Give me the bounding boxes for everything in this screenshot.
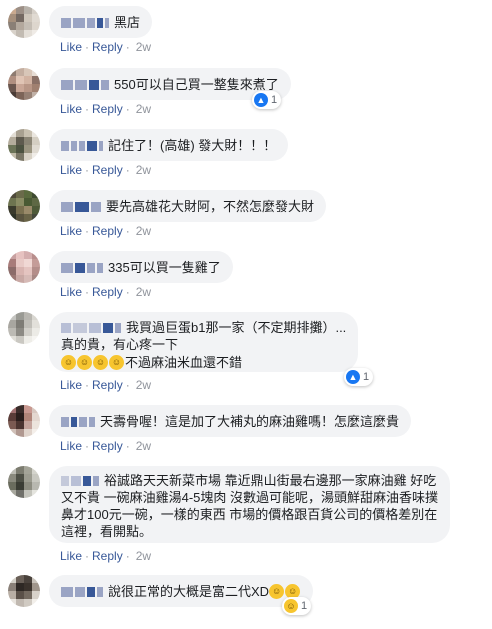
reaction-count[interactable]: ▲ 1 <box>344 368 374 386</box>
comment-text: 天壽骨喔！這是加了大補丸的麻油雞嗎！怎麼這麼貴 <box>100 414 400 430</box>
comment-bubble: 我買過巨蛋b1那一家（不定期排攤）... 真的貴，有心疼一下 ☺ ☺ ☺ ☺ 不過麻油米… <box>49 312 359 372</box>
comment-text: 我買過巨蛋b1那一家（不定期排攤）... <box>126 320 347 336</box>
timestamp[interactable]: 2w <box>136 378 151 392</box>
blurred-commenter-name[interactable] <box>61 475 101 486</box>
avatar[interactable] <box>8 405 40 437</box>
reaction-count[interactable]: ▲ 1 <box>252 91 282 109</box>
blurred-commenter-name[interactable] <box>61 79 111 90</box>
timestamp[interactable]: 2w <box>136 439 151 453</box>
blurred-commenter-name[interactable] <box>61 201 103 212</box>
comment-text: 這裡，看開點。 <box>61 524 153 540</box>
avatar[interactable] <box>8 129 40 161</box>
like-link[interactable]: Like <box>60 285 82 299</box>
blurred-commenter-name[interactable] <box>61 416 97 427</box>
reaction-number: 1 <box>363 371 370 383</box>
reply-link[interactable]: Reply <box>92 439 123 453</box>
like-link[interactable]: Like <box>60 224 82 238</box>
comment-text: 550可以自己買一整隻來煮了 <box>114 77 279 93</box>
reply-link[interactable]: Reply <box>92 285 123 299</box>
reply-link[interactable]: Reply <box>92 378 123 392</box>
avatar[interactable] <box>8 312 40 344</box>
avatar[interactable] <box>8 466 40 498</box>
blurred-commenter-name[interactable] <box>61 140 105 151</box>
like-link[interactable]: Like <box>60 439 82 453</box>
timestamp[interactable]: 2w <box>136 285 151 299</box>
reply-link[interactable]: Reply <box>92 163 123 177</box>
comment-text: 鼻才100元一碗，一樣的東西 市場的價格跟百貨公司的價格差別在 <box>61 507 438 523</box>
laughing-emoji-icon: ☺ <box>269 584 285 600</box>
blurred-commenter-name[interactable] <box>61 262 105 273</box>
like-link[interactable]: Like <box>60 378 82 392</box>
blurred-commenter-name[interactable] <box>61 586 105 597</box>
reply-link[interactable]: Reply <box>92 224 123 238</box>
comment-text: 不過麻油米血還不錯 <box>125 355 243 371</box>
laughing-emoji-icon: ☺ <box>93 355 108 371</box>
timestamp[interactable]: 2w <box>136 163 151 177</box>
comment-actions: Like · Reply · 2w <box>60 40 152 54</box>
avatar[interactable] <box>8 6 40 38</box>
comment-actions: Like · Reply · 2w <box>60 439 152 453</box>
like-link[interactable]: Like <box>60 40 82 54</box>
avatar[interactable] <box>8 251 40 283</box>
comment-text: 黑店 <box>114 15 141 31</box>
comment-actions: Like · Reply · 2w <box>60 285 152 299</box>
comment-text: 335可以買一隻雞了 <box>108 260 221 276</box>
comment-bubble: 要先高雄花大財阿，不然怎麼發大財 <box>49 190 327 222</box>
comment-bubble: 335可以買一隻雞了 <box>49 251 233 283</box>
comment-text: 記住了！(高雄) 發大財！！！ <box>108 138 277 154</box>
comment-text: 真的貴，有心疼一下 <box>61 337 179 353</box>
thumbs-up-icon: ▲ <box>346 370 360 384</box>
comment-text: 要先高雄花大財阿，不然怎麼發大財 <box>106 199 315 215</box>
comment-actions: Like · Reply · 2w <box>60 102 152 116</box>
reaction-number: 1 <box>301 600 308 612</box>
comment-bubble: 記住了！(高雄) 發大財！！！ <box>49 129 289 161</box>
comment-actions: Like · Reply · 2w <box>60 549 152 563</box>
blurred-commenter-name[interactable] <box>61 322 123 333</box>
avatar[interactable] <box>8 190 40 222</box>
reaction-count[interactable]: ☺ 1 <box>282 597 312 615</box>
like-link[interactable]: Like <box>60 102 82 116</box>
reply-link[interactable]: Reply <box>92 549 123 563</box>
comment-actions: Like · Reply · 2w <box>60 378 152 392</box>
comment-bubble: 黑店 <box>49 6 153 38</box>
reaction-number: 1 <box>271 94 278 106</box>
comment-text: 說很正常的大概是富二代XD <box>108 584 270 600</box>
laughing-emoji-icon: ☺ <box>109 355 124 371</box>
comment-text: 又不貴 一碗麻油雞湯4-5塊肉 沒數過可能呢，湯頭鮮甜麻油香味撲 <box>61 490 439 506</box>
timestamp[interactable]: 2w <box>136 40 151 54</box>
comment-bubble: 裕誠路天天新菜市場 靠近鼎山街最右邊那一家麻油雞 好吃 又不貴 一碗麻油雞湯4-… <box>49 466 451 543</box>
like-link[interactable]: Like <box>60 163 82 177</box>
reply-link[interactable]: Reply <box>92 40 123 54</box>
comment-bubble: 說很正常的大概是富二代XD ☺ ☺ <box>49 575 314 607</box>
reply-link[interactable]: Reply <box>92 102 123 116</box>
laughing-emoji-icon: ☺ <box>61 355 76 371</box>
like-link[interactable]: Like <box>60 549 82 563</box>
blurred-commenter-name[interactable] <box>61 17 111 28</box>
comment-actions: Like · Reply · 2w <box>60 163 152 177</box>
comment-bubble: 天壽骨喔！這是加了大補丸的麻油雞嗎！怎麼這麼貴 <box>49 405 412 437</box>
timestamp[interactable]: 2w <box>136 224 151 238</box>
avatar[interactable] <box>8 68 40 100</box>
timestamp[interactable]: 2w <box>136 102 151 116</box>
comment-actions: Like · Reply · 2w <box>60 224 152 238</box>
comment-text: 裕誠路天天新菜市場 靠近鼎山街最右邊那一家麻油雞 好吃 <box>104 473 437 489</box>
timestamp[interactable]: 2w <box>136 549 151 563</box>
avatar[interactable] <box>8 575 40 607</box>
thumbs-up-icon: ▲ <box>254 93 268 107</box>
laughing-face-icon: ☺ <box>284 599 298 613</box>
laughing-emoji-icon: ☺ <box>77 355 92 371</box>
